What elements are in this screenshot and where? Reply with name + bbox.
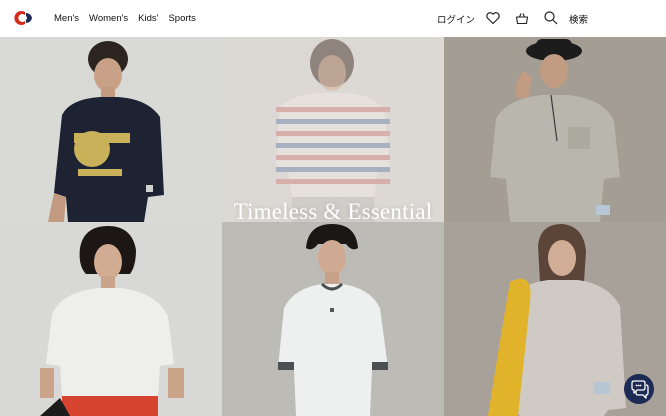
site-header: Men's Women's Kids' Sports ログイン 検索 (0, 0, 666, 37)
hero-grid (0, 37, 666, 416)
nav-item-sports[interactable]: Sports (168, 13, 195, 24)
search-icon[interactable] (543, 10, 559, 26)
chat-icon (631, 380, 649, 399)
champion-logo-icon[interactable] (11, 10, 33, 26)
main-nav: Men's Women's Kids' Sports (54, 0, 196, 37)
chat-button[interactable] (624, 374, 654, 404)
model-ringer-tee[interactable] (222, 222, 444, 416)
model-striped-tee[interactable] (222, 37, 444, 222)
heart-icon[interactable] (485, 10, 501, 26)
login-link[interactable]: ログイン (437, 12, 475, 26)
model-white-tee-shorts[interactable] (0, 222, 222, 416)
hero-tagline: Timeless & Essential (233, 199, 433, 224)
model-navy-graphic-tee[interactable] (0, 37, 222, 222)
search-label[interactable]: 検索 (569, 12, 588, 26)
nav-item-mens[interactable]: Men's (54, 13, 79, 24)
model-grey-pocket-tee[interactable] (444, 37, 666, 222)
cart-icon[interactable] (514, 10, 530, 26)
nav-item-womens[interactable]: Women's (89, 13, 128, 24)
nav-item-kids[interactable]: Kids' (138, 13, 158, 24)
